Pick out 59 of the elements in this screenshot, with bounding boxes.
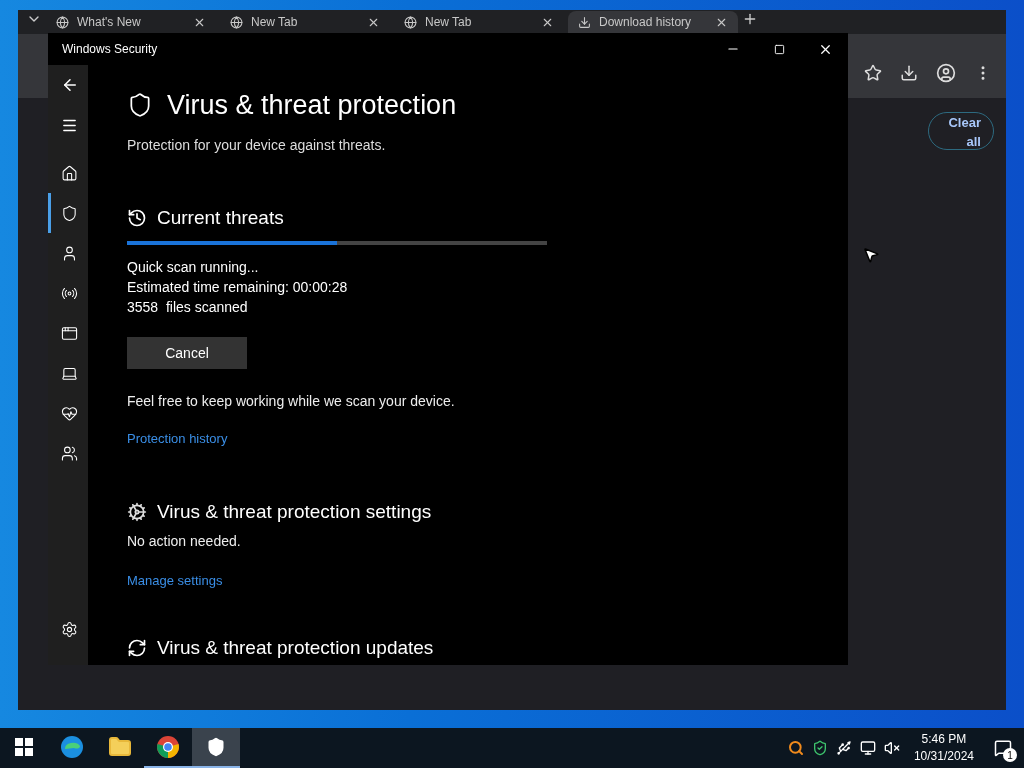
- clock[interactable]: 5:46 PM 10/31/2024: [907, 731, 980, 765]
- windows-icon: [15, 738, 33, 756]
- browser-tab[interactable]: New Tab: [220, 11, 390, 33]
- search-icon[interactable]: [787, 740, 804, 756]
- section-heading: Virus & threat protection updates: [157, 637, 434, 659]
- browser-tab[interactable]: New Tab: [394, 11, 564, 33]
- window-title: Windows Security: [62, 42, 159, 56]
- notification-button[interactable]: 1: [988, 733, 1018, 763]
- shield-icon: [127, 92, 153, 118]
- section-heading: Virus & threat protection settings: [157, 501, 432, 523]
- tab-title: New Tab: [425, 15, 473, 29]
- section-heading: Current threats: [157, 207, 284, 229]
- plus-icon[interactable]: [742, 11, 758, 27]
- taskbar-app[interactable]: [192, 728, 240, 768]
- time-text: 5:46 PM: [921, 731, 967, 748]
- muted-speaker-icon[interactable]: [883, 740, 900, 756]
- cursor-icon: [862, 246, 880, 264]
- page-heading: Virus & threat protection: [167, 89, 457, 121]
- download-icon: [578, 15, 591, 29]
- scan-status: 3558 files scanned: [127, 298, 249, 317]
- maximize-icon: [773, 43, 785, 55]
- browser-tab[interactable]: What's New: [46, 11, 216, 33]
- download-icon[interactable]: [900, 64, 918, 82]
- browser-tab[interactable]: Download history: [568, 11, 738, 33]
- date-text: 10/31/2024: [913, 748, 974, 765]
- shield-icon[interactable]: [811, 740, 828, 756]
- tab-title: New Tab: [251, 15, 299, 29]
- gears-icon: [127, 502, 147, 522]
- globe-icon: [56, 15, 69, 29]
- protection-history-link[interactable]: Protection history: [127, 431, 228, 446]
- settings-icon: [61, 620, 78, 638]
- scan-note: Feel free to keep working while we scan your device.: [127, 393, 456, 409]
- globe-icon: [230, 15, 243, 29]
- usb-icon[interactable]: [835, 740, 852, 756]
- profile-icon[interactable]: [936, 63, 956, 83]
- heart-icon: [61, 404, 78, 422]
- person-icon: [61, 244, 78, 262]
- shield-icon: [206, 737, 226, 757]
- scan-status: Quick scan running...: [127, 258, 260, 277]
- home-icon: [61, 164, 78, 182]
- cancel-button[interactable]: Cancel: [127, 337, 247, 369]
- scan-status: Estimated time remaining: 00:00:28: [127, 278, 349, 297]
- notification-count: 1: [1003, 748, 1017, 762]
- refresh-icon: [127, 638, 147, 658]
- network-icon[interactable]: [859, 740, 876, 756]
- manage-settings-link[interactable]: Manage settings: [127, 573, 223, 588]
- page-subtitle: Protection for your device against threats.: [127, 137, 387, 153]
- globe-icon: [404, 15, 417, 29]
- chrome-icon: [156, 735, 180, 759]
- shield-icon: [61, 204, 78, 222]
- history-icon: [127, 208, 147, 228]
- folder-icon: [108, 735, 132, 759]
- people-icon: [61, 444, 78, 462]
- tab-title: Download history: [599, 15, 693, 29]
- window-icon: [61, 324, 78, 342]
- star-icon[interactable]: [864, 64, 882, 82]
- settings-status: No action needed.: [127, 533, 242, 549]
- tab-title: What's New: [77, 15, 142, 29]
- edge-icon: [60, 735, 84, 759]
